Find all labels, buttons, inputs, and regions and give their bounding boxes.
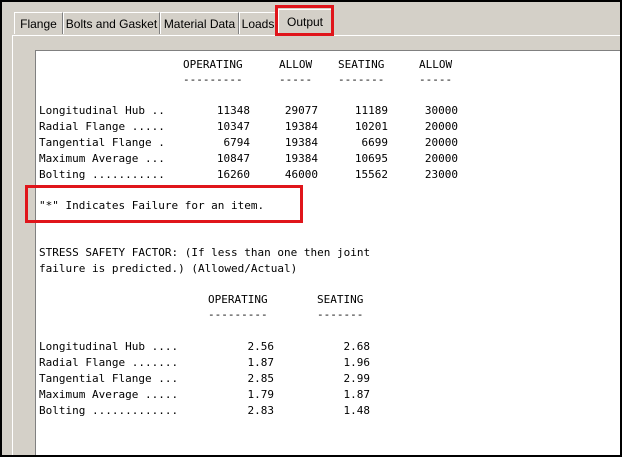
stress-row-value: 20000	[424, 152, 458, 165]
tab-material-data[interactable]: Material Data	[160, 12, 239, 34]
safety-row-value: 1.48	[343, 404, 371, 417]
safety-row-value: 1.87	[247, 356, 275, 369]
safety-row-value: 1.96	[343, 356, 371, 369]
stress-row-label: Radial Flange .....	[39, 120, 165, 133]
header-allow: ALLOW	[419, 58, 453, 71]
safety-factor-title: STRESS SAFETY FACTOR: (If less than one …	[39, 246, 371, 259]
header-allow: ALLOW	[279, 58, 313, 71]
safety-row-value: 2.68	[343, 340, 371, 353]
safety-row-label: Bolting .............	[39, 404, 179, 417]
stress-row-value: 30000	[424, 104, 458, 117]
tab-bolts-and-gasket[interactable]: Bolts and Gasket	[63, 12, 160, 34]
stress-row-value: 20000	[424, 136, 458, 149]
stress-row-value: 6699	[361, 136, 389, 149]
stress-row-label: Longitudinal Hub ..	[39, 104, 165, 117]
stress-row-value: 10347	[216, 120, 250, 133]
output-text-area[interactable]: OPERATING ALLOW SEATING ALLOW --------- …	[35, 50, 620, 455]
stress-row-value: 10201	[354, 120, 388, 133]
safety-row-value: 2.99	[343, 372, 371, 385]
safety-factor-subtitle: failure is predicted.) (Allowed/Actual)	[39, 262, 298, 275]
tab-flange[interactable]: Flange	[14, 12, 63, 34]
stress-row-value: 46000	[284, 168, 318, 181]
safety-row-value: 2.83	[247, 404, 275, 417]
stress-row-value: 11189	[354, 104, 388, 117]
safety-header-underline: ---------	[208, 308, 268, 321]
stress-row-label: Tangential Flange .	[39, 136, 165, 149]
stress-row-value: 19384	[284, 152, 318, 165]
stress-row-value: 15562	[354, 168, 388, 181]
stress-row-value: 10695	[354, 152, 388, 165]
app-window: Flange Bolts and Gasket Material Data Lo…	[0, 0, 622, 457]
tab-output[interactable]: Output	[278, 9, 332, 36]
stress-row-value: 16260	[216, 168, 250, 181]
safety-row-value: 2.56	[247, 340, 275, 353]
tab-loads[interactable]: Loads	[239, 12, 277, 34]
stress-row-value: 11348	[216, 104, 250, 117]
header-underline: -------	[338, 73, 385, 86]
stress-row-value: 19384	[284, 136, 318, 149]
stress-row-label: Maximum Average ...	[39, 152, 165, 165]
header-operating: OPERATING	[183, 58, 243, 71]
safety-row-label: Longitudinal Hub ....	[39, 340, 179, 353]
safety-row-label: Tangential Flange ...	[39, 372, 179, 385]
stress-row-value: 23000	[424, 168, 458, 181]
safety-row-value: 2.85	[247, 372, 275, 385]
stress-row-value: 6794	[223, 136, 251, 149]
safety-header-seating: SEATING	[317, 293, 364, 306]
safety-row-value: 1.87	[343, 388, 371, 401]
stress-row-value: 20000	[424, 120, 458, 133]
stress-row-value: 29077	[284, 104, 318, 117]
safety-row-label: Radial Flange .......	[39, 356, 179, 369]
stress-row-value: 19384	[284, 120, 318, 133]
header-underline: ---------	[183, 73, 243, 86]
header-seating: SEATING	[338, 58, 385, 71]
safety-header-operating: OPERATING	[208, 293, 268, 306]
header-underline: -----	[419, 73, 453, 86]
safety-row-label: Maximum Average .....	[39, 388, 179, 401]
header-underline: -----	[279, 73, 313, 86]
stress-row-value: 10847	[216, 152, 250, 165]
failure-note: "*" Indicates Failure for an item.	[39, 199, 265, 212]
safety-header-underline: -------	[317, 308, 364, 321]
safety-row-value: 1.79	[247, 388, 275, 401]
stress-row-label: Bolting ...........	[39, 168, 165, 181]
